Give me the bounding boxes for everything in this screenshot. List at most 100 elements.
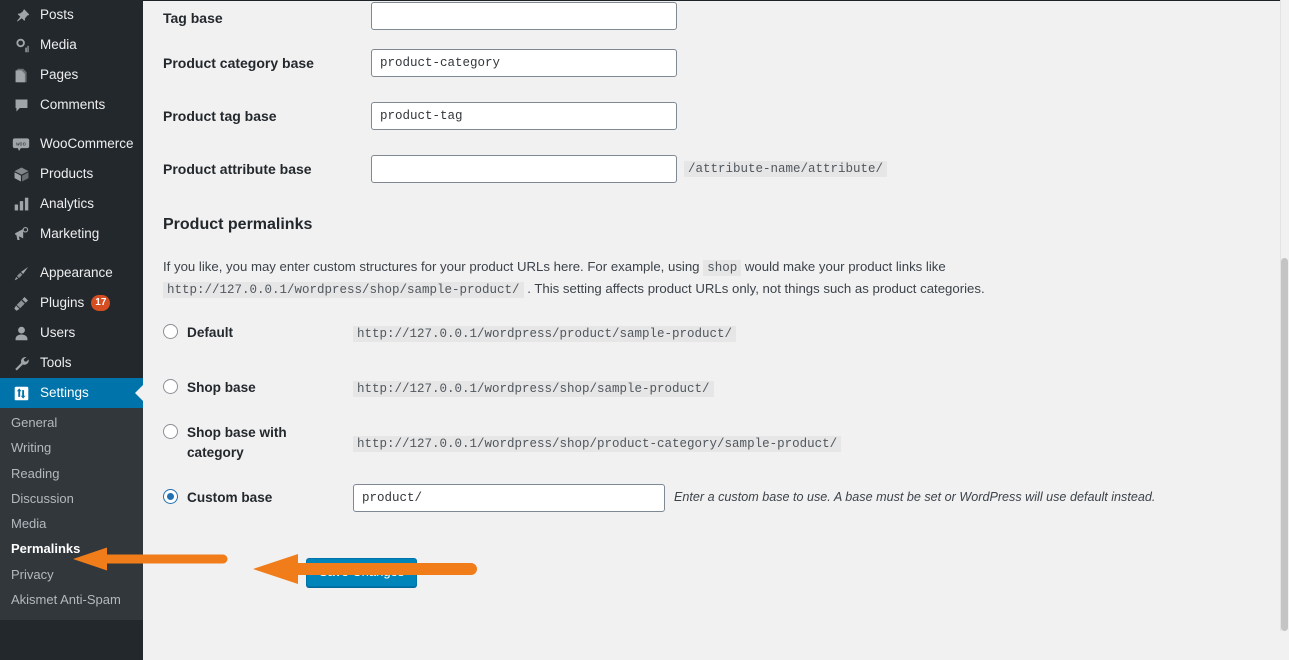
radio-option-shop-base-with-category[interactable]: Shop base with category: [163, 423, 303, 462]
permalink-option-value-cell: http://127.0.0.1/wordpress/shop/sample-p…: [353, 360, 1273, 415]
woocommerce-icon: woo: [11, 134, 31, 154]
submenu-item-discussion[interactable]: Discussion: [0, 486, 143, 511]
form-row: Product tag base: [143, 89, 1289, 142]
submenu-item-media[interactable]: Media: [0, 511, 143, 536]
permalink-option-value-cell: http://127.0.0.1/wordpress/shop/product-…: [353, 415, 1273, 470]
custom-base-hint: Enter a custom base to use. A base must …: [674, 489, 1156, 504]
field-label: Tag base: [163, 10, 223, 26]
input-product-tag-base[interactable]: [371, 101, 677, 130]
input-tag-base[interactable]: [371, 1, 677, 30]
permalink-example-url: http://127.0.0.1/wordpress/shop/sample-p…: [353, 380, 714, 397]
plugins-update-badge: 17: [91, 295, 111, 311]
field-label: Product attribute base: [163, 160, 312, 177]
radio-option-label: Shop base with category: [187, 424, 287, 460]
permalink-option-label-cell: Custom base: [163, 470, 353, 525]
radio-option-default[interactable]: Default: [163, 323, 303, 343]
settings-submenu: General Writing Reading Discussion Media Perm…: [0, 408, 143, 621]
radio-option-custom-base[interactable]: Custom base: [163, 488, 303, 508]
field-cell: [371, 0, 1289, 36]
sidebar-item-label: Marketing: [40, 226, 100, 242]
permalink-option-row: Shop base with category http://127.0.0.1/…: [163, 415, 1273, 470]
sidebar-item-label: Media: [40, 37, 77, 53]
sidebar-item-comments[interactable]: Comments: [0, 90, 143, 120]
sidebar-item-tools[interactable]: Tools: [0, 348, 143, 378]
submenu-item-privacy[interactable]: Privacy: [0, 562, 143, 587]
section-description: If you like, you may enter custom struct…: [163, 256, 1263, 301]
input-product-attribute-base[interactable]: [371, 154, 677, 183]
admin-menu-list: Posts Media Pages Comments woo WooCommerce Pro…: [0, 0, 143, 408]
permalink-option-row: Default http://127.0.0.1/wordpress/produc…: [163, 305, 1273, 360]
sidebar-filler: [0, 620, 143, 660]
sidebar-item-marketing[interactable]: Marketing: [0, 219, 143, 249]
permalink-example-url: http://127.0.0.1/wordpress/product/sampl…: [353, 325, 737, 342]
submenu-item-general[interactable]: General: [0, 410, 143, 435]
page-scrollbar[interactable]: [1280, 0, 1289, 631]
permalink-option-label-cell: Shop base: [163, 360, 353, 415]
product-permalink-options: Default http://127.0.0.1/wordpress/produc…: [163, 305, 1273, 525]
permalink-option-value-cell: http://127.0.0.1/wordpress/product/sampl…: [353, 305, 1273, 360]
radio-option-label: Custom base: [187, 489, 273, 505]
sidebar-item-label: Tools: [40, 355, 72, 371]
desc-code-shop: shop: [703, 260, 742, 277]
field-label: Product category base: [163, 54, 314, 71]
sidebar-item-analytics[interactable]: Analytics: [0, 189, 143, 219]
sidebar-item-media[interactable]: Media: [0, 30, 143, 60]
megaphone-icon: [11, 224, 31, 244]
menu-separator: [0, 249, 143, 258]
wrench-icon: [11, 353, 31, 373]
sidebar-item-label: Posts: [40, 7, 74, 23]
box-icon: [11, 164, 31, 184]
sidebar-item-label: Settings: [40, 385, 89, 401]
bar-chart-icon: [11, 194, 31, 214]
permalink-option-row: Shop base http://127.0.0.1/wordpress/shop…: [163, 360, 1273, 415]
radio-option-shop-base[interactable]: Shop base: [163, 378, 303, 398]
sidebar-item-label: WooCommerce: [40, 136, 134, 152]
sidebar-item-users[interactable]: Users: [0, 318, 143, 348]
sidebar-item-label: Analytics: [40, 196, 95, 212]
menu-separator: [0, 120, 143, 129]
permalink-bases-table: Tag base Product category base Product tag…: [143, 0, 1289, 195]
custom-base-input[interactable]: [353, 483, 665, 512]
sidebar-item-posts[interactable]: Posts: [0, 0, 143, 30]
radio-button[interactable]: [163, 378, 178, 394]
sidebar-item-label: Comments: [40, 97, 106, 113]
desc-text-3: . This setting affects product URLs only…: [527, 281, 985, 297]
permalink-option-value-cell: Enter a custom base to use. A base must …: [353, 470, 1273, 525]
field-cell: [371, 89, 1289, 142]
form-row: Product attribute base/attribute-name/at…: [143, 142, 1289, 195]
desc-text-2: would make your product links like: [744, 259, 946, 275]
submenu-item-writing[interactable]: Writing: [0, 435, 143, 460]
sidebar-item-products[interactable]: Products: [0, 159, 143, 189]
sidebar-item-settings[interactable]: Settings: [0, 378, 143, 408]
radio-button[interactable]: [163, 323, 178, 339]
input-product-category-base[interactable]: [371, 48, 677, 77]
plug-icon: [11, 293, 31, 313]
permalink-example-url: http://127.0.0.1/wordpress/shop/product-…: [353, 435, 842, 452]
sidebar-item-label: Products: [40, 166, 94, 182]
radio-option-label: Shop base: [187, 379, 256, 395]
submenu-item-reading[interactable]: Reading: [0, 461, 143, 486]
comment-icon: [11, 95, 31, 115]
field-cell: /attribute-name/attribute/: [371, 142, 1289, 195]
scrollbar-thumb[interactable]: [1281, 258, 1288, 631]
page-section-title: Product permalinks: [163, 216, 313, 233]
field-label: Product tag base: [163, 107, 277, 124]
sidebar-item-woocommerce[interactable]: woo WooCommerce: [0, 129, 143, 159]
save-changes-button[interactable]: Save Changes: [306, 558, 418, 588]
radio-button[interactable]: [163, 423, 178, 439]
sidebar-item-pages[interactable]: Pages: [0, 60, 143, 90]
user-icon: [11, 323, 31, 343]
form-row: Product category base: [143, 36, 1289, 89]
form-row: Tag base: [143, 0, 1289, 36]
field-cell: [371, 36, 1289, 89]
submenu-item-akismet-anti-spam[interactable]: Akismet Anti-Spam: [0, 587, 143, 612]
settings-icon: [11, 383, 31, 403]
radio-button[interactable]: [163, 488, 178, 504]
sidebar-item-label: Appearance: [40, 265, 113, 281]
radio-option-label: Default: [187, 324, 234, 340]
sidebar-item-plugins[interactable]: Plugins 17: [0, 288, 143, 318]
permalink-option-label-cell: Default: [163, 305, 353, 360]
sidebar-item-appearance[interactable]: Appearance: [0, 258, 143, 288]
submenu-item-permalinks[interactable]: Permalinks: [0, 536, 143, 561]
pin-icon: [11, 5, 31, 25]
